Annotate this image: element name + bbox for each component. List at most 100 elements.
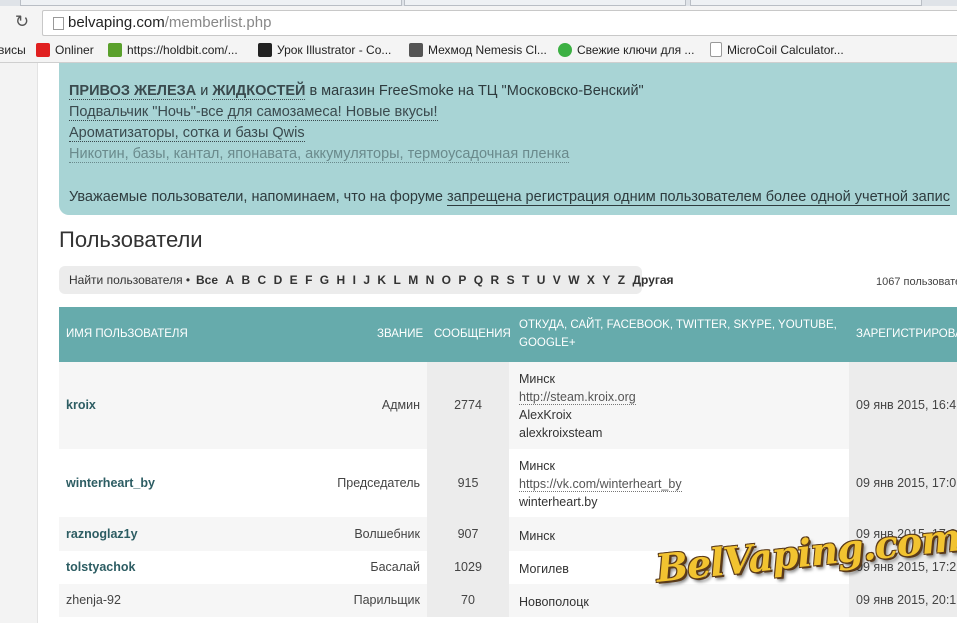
letter-filter-item[interactable]: R: [491, 273, 500, 287]
user-contact-text: Новополоцк: [519, 595, 589, 609]
letter-filter-item[interactable]: P: [458, 273, 466, 287]
username-link[interactable]: zhenja-92: [66, 593, 121, 607]
green-circle-icon: [558, 43, 572, 57]
letter-filter-item[interactable]: C: [258, 273, 267, 287]
user-website-link[interactable]: https://vk.com/winterheart_by: [519, 477, 682, 492]
letter-filter-item[interactable]: O: [442, 273, 451, 287]
table-row: zhenja-92 Парильщик 70 Новополоцк 09 янв 201…: [59, 584, 957, 617]
post-count[interactable]: 2774: [427, 362, 509, 449]
letter-filter-item[interactable]: U: [537, 273, 546, 287]
announcement-link[interactable]: Подвальчик "Ночь"-все для самозамеса! Но…: [69, 104, 438, 121]
bookmark-item-illustrator[interactable]: Урок Illustrator - Co...: [258, 42, 391, 58]
letter-filter-item[interactable]: S: [507, 273, 515, 287]
announcement-link[interactable]: Никотин, базы, кантал, японавата, аккуму…: [69, 146, 570, 163]
letter-filter-item[interactable]: X: [587, 273, 595, 287]
user-location-info: Минск http://steam.kroix.org AlexKroix alex…: [519, 370, 636, 442]
username-link[interactable]: raznoglaz1y: [66, 527, 138, 541]
bookmark-item-keys[interactable]: Свежие ключи для ...: [558, 42, 694, 58]
bookmark-item-nemesis[interactable]: Мехмод Nemesis Cl...: [409, 42, 547, 58]
letter-filter-item[interactable]: K: [377, 273, 386, 287]
header-posts[interactable]: Сообщения: [434, 328, 511, 340]
user-location-info: Минск: [519, 527, 555, 545]
bookmark-item[interactable]: висы: [0, 42, 26, 58]
illustrator-icon: [258, 43, 272, 57]
username-link[interactable]: kroix: [66, 398, 96, 412]
bookmark-item-holdbit[interactable]: https://holdbit.com/...: [108, 42, 238, 58]
registration-date: 09 янв 2015, 20:1: [849, 584, 957, 617]
user-contact-text: Могилев: [519, 562, 569, 576]
user-location-info: Новополоцк: [519, 593, 589, 611]
left-gutter: [0, 63, 38, 623]
table-header: Имя пользователя Звание Сообщения Откуда…: [59, 307, 957, 362]
user-contact-text: alexkroixsteam: [519, 426, 603, 440]
onliner-icon: [36, 43, 50, 57]
header-registered[interactable]: Зарегистрирова: [856, 328, 957, 340]
user-rank: Басалай: [370, 560, 420, 574]
letter-filter-item[interactable]: Все: [196, 273, 218, 287]
post-count[interactable]: 915: [427, 449, 509, 517]
browser-toolbar: ↻ belvaping.com/memberlist.php: [0, 6, 957, 38]
header-username[interactable]: Имя пользователя: [66, 328, 188, 340]
letter-filter-item[interactable]: L: [393, 273, 400, 287]
username-link[interactable]: tolstyachok: [66, 560, 135, 574]
registration-date: 09 янв 2015, 16:4: [849, 362, 957, 449]
user-contact-text: AlexKroix: [519, 408, 572, 422]
announcement-line: ПРИВОЗ ЖЕЛЕЗА и ЖИДКОСТЕЙ в магазин Free…: [69, 83, 644, 100]
letter-filter-item[interactable]: Z: [618, 273, 625, 287]
bookmark-item-onliner[interactable]: Onliner: [36, 42, 94, 58]
bookmarks-bar: висы Onliner https://holdbit.com/... Уро…: [0, 38, 957, 63]
header-rank[interactable]: Звание: [377, 328, 423, 340]
letter-filter-item[interactable]: G: [320, 273, 329, 287]
letter-filter-item[interactable]: D: [274, 273, 283, 287]
letter-filter-item[interactable]: F: [305, 273, 312, 287]
find-user-link[interactable]: Найти пользователя •: [69, 273, 190, 287]
username-link[interactable]: winterheart_by: [66, 476, 155, 490]
user-rank: Волшебник: [354, 527, 420, 541]
user-rank: Админ: [381, 398, 420, 412]
page-icon: [53, 17, 64, 30]
post-count[interactable]: 907: [427, 517, 509, 551]
letter-filter-item[interactable]: N: [426, 273, 435, 287]
letter-filter-item[interactable]: M: [408, 273, 418, 287]
letter-filter-item[interactable]: A: [225, 273, 234, 287]
url-text: belvaping.com/memberlist.php: [68, 14, 272, 31]
user-rank: Парильщик: [353, 593, 420, 607]
letter-filter: Все A B C D E F G H I J K L M N O P Q R S T U V W X Y Z Другая: [196, 273, 681, 287]
announcement-link[interactable]: Ароматизаторы, сотка и базы Qwis: [69, 125, 305, 142]
header-from-2: Google+: [519, 337, 576, 349]
announcement-link[interactable]: ЖИДКОСТЕЙ: [212, 83, 306, 100]
user-location-info: Минск https://vk.com/winterheart_by winter…: [519, 457, 682, 511]
user-rank: Председатель: [337, 476, 420, 490]
member-count: 1067 пользовате: [876, 276, 957, 288]
letter-filter-item[interactable]: Q: [474, 273, 483, 287]
registration-date: 09 янв 2015, 17:0: [849, 449, 957, 517]
letter-filter-item[interactable]: T: [522, 273, 529, 287]
bookmark-item-microcoil[interactable]: MicroCoil Calculator...: [710, 42, 844, 58]
announcement-box: ПРИВОЗ ЖЕЛЕЗА и ЖИДКОСТЕЙ в магазин Free…: [59, 63, 957, 215]
member-finder-bar: Найти пользователя • Все A B C D E F G H I J K L M N O P…: [59, 266, 674, 294]
letter-filter-item[interactable]: Другая: [632, 273, 673, 287]
e-letter-icon: [409, 43, 423, 57]
letter-filter-item[interactable]: B: [241, 273, 250, 287]
post-count[interactable]: 1029: [427, 551, 509, 584]
reload-icon[interactable]: ↻: [10, 10, 34, 34]
letter-filter-item[interactable]: J: [363, 273, 370, 287]
address-bar[interactable]: belvaping.com/memberlist.php: [42, 10, 957, 36]
rules-link[interactable]: запрещена регистрация одним пользователе…: [446, 189, 950, 206]
header-from: Откуда, сайт, Facebook, Twitter, Skype, …: [519, 319, 837, 331]
post-count[interactable]: 70: [427, 584, 509, 617]
letter-filter-item[interactable]: W: [568, 273, 579, 287]
letter-filter-item[interactable]: Y: [602, 273, 610, 287]
letter-filter-item[interactable]: E: [290, 273, 298, 287]
user-contact-text: Минск: [519, 529, 556, 543]
user-contact-text: Минск: [519, 372, 556, 386]
announcement-link[interactable]: ПРИВОЗ ЖЕЛЕЗА: [69, 83, 197, 100]
letter-filter-item[interactable]: I: [353, 273, 356, 287]
rules-text: Уважаемые пользователи, напоминаем, что …: [69, 189, 447, 205]
letter-filter-item[interactable]: V: [553, 273, 561, 287]
user-location-info: Могилев: [519, 560, 569, 578]
letter-filter-item[interactable]: H: [337, 273, 346, 287]
user-contact-text: Минск: [519, 459, 556, 473]
user-website-link[interactable]: http://steam.kroix.org: [519, 390, 636, 405]
holdbit-cube-icon: [108, 43, 122, 57]
